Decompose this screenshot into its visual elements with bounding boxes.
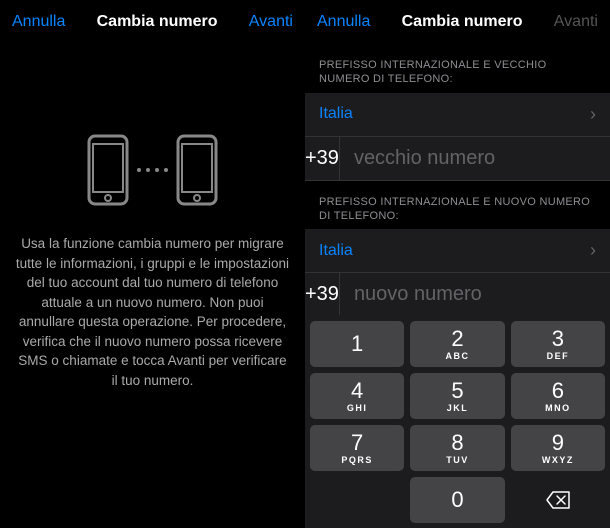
old-number-header: PREFISSO INTERNAZIONALE E VECCHIO NUMERO… [305, 44, 610, 93]
key-backspace[interactable] [511, 477, 605, 523]
navbar: Annulla Cambia numero Avanti [305, 0, 610, 44]
new-number-header: PREFISSO INTERNAZIONALE E NUOVO NUMERO D… [305, 181, 610, 230]
new-country-label: Italia [319, 242, 353, 260]
key-4[interactable]: 4GHI [310, 373, 404, 419]
phone-old-icon [87, 134, 129, 206]
new-phone-row: +39 [305, 273, 610, 317]
next-button[interactable]: Avanti [554, 13, 598, 31]
nav-title: Cambia numero [97, 13, 218, 31]
key-empty [310, 477, 404, 523]
transfer-dots-icon [137, 168, 168, 172]
chevron-right-icon: › [590, 240, 596, 261]
cancel-button[interactable]: Annulla [317, 13, 370, 31]
old-phone-row: +39 [305, 137, 610, 181]
key-9[interactable]: 9WXYZ [511, 425, 605, 471]
key-0[interactable]: 0 [410, 477, 504, 523]
old-country-label: Italia [319, 105, 353, 123]
numeric-keypad: 1 2ABC 3DEF 4GHI 5JKL 6MNO 7PQRS 8TUV 9W… [305, 315, 610, 528]
key-5[interactable]: 5JKL [410, 373, 504, 419]
key-6[interactable]: 6MNO [511, 373, 605, 419]
screen-change-number-intro: Annulla Cambia numero Avanti Usa la funz… [0, 0, 305, 528]
screen-change-number-form: Annulla Cambia numero Avanti PREFISSO IN… [305, 0, 610, 528]
key-3[interactable]: 3DEF [511, 321, 605, 367]
new-country-row[interactable]: Italia › [305, 229, 610, 273]
backspace-icon [545, 490, 571, 510]
key-8[interactable]: 8TUV [410, 425, 504, 471]
key-1[interactable]: 1 [310, 321, 404, 367]
old-country-row[interactable]: Italia › [305, 93, 610, 137]
key-2[interactable]: 2ABC [410, 321, 504, 367]
chevron-right-icon: › [590, 104, 596, 125]
cancel-button[interactable]: Annulla [12, 13, 65, 31]
info-text: Usa la funzione cambia numero per migrar… [0, 234, 305, 391]
nav-title: Cambia numero [402, 13, 523, 31]
next-button[interactable]: Avanti [249, 13, 293, 31]
old-number-input[interactable] [340, 137, 610, 180]
key-7[interactable]: 7PQRS [310, 425, 404, 471]
new-prefix[interactable]: +39 [305, 273, 340, 316]
phones-illustration [0, 134, 305, 206]
navbar: Annulla Cambia numero Avanti [0, 0, 305, 44]
old-prefix[interactable]: +39 [305, 137, 340, 180]
new-number-input[interactable] [340, 273, 610, 316]
phone-new-icon [176, 134, 218, 206]
